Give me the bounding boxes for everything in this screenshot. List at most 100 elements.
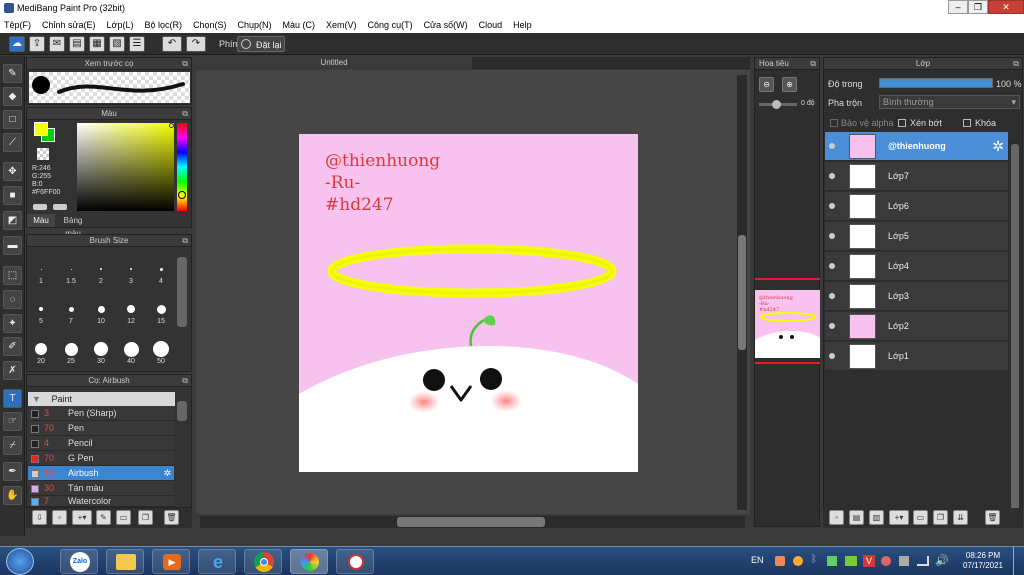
internet-explorer-icon[interactable]: e: [198, 549, 236, 574]
tab-color[interactable]: Màu: [27, 214, 55, 227]
duplicate-layer-icon[interactable]: ❐: [933, 510, 948, 525]
brush-size-dot[interactable]: [100, 268, 102, 270]
layer-row[interactable]: @thienhuong ✲: [825, 132, 1008, 161]
text-tool-icon[interactable]: T: [3, 389, 22, 408]
menu-help[interactable]: Help: [513, 20, 532, 30]
gear-icon[interactable]: ✲: [992, 138, 1004, 155]
menu-color[interactable]: Màu (C): [283, 20, 316, 30]
grid-icon[interactable]: ▧: [109, 36, 125, 52]
menu-tools[interactable]: Công cụ(T): [368, 20, 413, 30]
dot-tool-icon[interactable]: □: [3, 110, 22, 129]
cloud-download-icon[interactable]: ⇩: [32, 510, 47, 525]
minimize-button[interactable]: –: [948, 0, 968, 14]
eye-icon[interactable]: [829, 173, 835, 179]
medibang-icon[interactable]: [290, 549, 328, 574]
new-8bit-layer-icon[interactable]: ▥: [869, 510, 884, 525]
eye-icon[interactable]: [829, 263, 835, 269]
popout-icon[interactable]: ⧉: [182, 58, 188, 70]
zoom-out-icon[interactable]: ⊖: [759, 77, 774, 92]
document-icon[interactable]: ▦: [89, 36, 105, 52]
color-swap-icon[interactable]: [53, 204, 67, 210]
layer-row[interactable]: Lớp7: [825, 162, 1008, 191]
primary-color-swatch[interactable]: [34, 122, 48, 136]
eye-icon[interactable]: [829, 233, 835, 239]
rect-fill-icon[interactable]: ■: [3, 186, 22, 205]
new-brush-icon[interactable]: ▫: [52, 510, 67, 525]
document-tab[interactable]: Untitled: [196, 57, 472, 69]
chrome-icon[interactable]: [244, 549, 282, 574]
volume-icon[interactable]: 🔊: [935, 554, 949, 567]
select-eraser-icon[interactable]: ✗: [3, 361, 22, 380]
select-pen-icon[interactable]: ✐: [3, 337, 22, 356]
menu-file[interactable]: Tệp(F): [4, 20, 31, 30]
comment-icon[interactable]: ✉: [49, 36, 65, 52]
menu-filter[interactable]: Bộ lọc(R): [144, 20, 182, 30]
tray-tool-icon[interactable]: [793, 556, 803, 566]
cloud-icon[interactable]: ☁: [9, 36, 25, 52]
eraser-tool-icon[interactable]: ◆: [3, 87, 22, 106]
edit-brush-icon[interactable]: ✎: [96, 510, 111, 525]
brush-size-dot[interactable]: [39, 307, 43, 311]
eye-icon[interactable]: [829, 143, 835, 149]
brush-group-header[interactable]: ▼ Paint: [28, 392, 175, 406]
eye-icon[interactable]: [829, 203, 835, 209]
rotation-slider[interactable]: [759, 100, 797, 109]
merge-layer-icon[interactable]: ⇊: [953, 510, 968, 525]
folder-icon[interactable]: ▭: [116, 510, 131, 525]
layer-row[interactable]: Lớp3: [825, 282, 1008, 311]
menu-snap[interactable]: Chụp(N): [238, 20, 272, 30]
bluetooth-icon[interactable]: ᛒ: [811, 554, 817, 565]
layer-row[interactable]: Lớp2: [825, 312, 1008, 341]
delete-layer-icon[interactable]: 🗑: [985, 510, 1000, 525]
popout-icon[interactable]: ⧉: [182, 375, 188, 387]
brush-size-dot[interactable]: [123, 341, 139, 357]
operation-tool-icon[interactable]: ☞: [3, 412, 22, 431]
cloud-save-icon[interactable]: ▤: [69, 36, 85, 52]
brush-size-dot[interactable]: [68, 306, 74, 312]
new-halftone-layer-icon[interactable]: ▤: [849, 510, 864, 525]
tray-check-icon[interactable]: [827, 556, 837, 566]
magic-wand-icon[interactable]: ✦: [3, 314, 22, 333]
menu-window[interactable]: Cửa số(W): [424, 20, 468, 30]
gradient-tool-icon[interactable]: ▬: [3, 236, 22, 255]
artwork-canvas[interactable]: @thienhuong -Ru- #hd247: [299, 134, 638, 472]
duplicate-icon[interactable]: ❐: [138, 510, 153, 525]
eye-icon[interactable]: [829, 293, 835, 299]
brush-size-dot[interactable]: [94, 342, 108, 356]
bucket-tool-icon[interactable]: ◩: [3, 211, 22, 230]
layer-row[interactable]: Lớp5: [825, 222, 1008, 251]
hue-handle[interactable]: [178, 191, 186, 199]
menu-select[interactable]: Chọn(S): [193, 20, 227, 30]
reset-button[interactable]: Đặt lại: [237, 36, 285, 52]
hue-slider[interactable]: [177, 123, 187, 211]
popout-icon[interactable]: ⧉: [182, 108, 188, 120]
brush-size-dot[interactable]: [64, 342, 78, 356]
brush-size-dot[interactable]: [130, 268, 132, 270]
lasso-icon[interactable]: ◌: [3, 290, 22, 309]
tab-palette[interactable]: Bảng màu: [55, 214, 91, 238]
new-layer-icon[interactable]: ▫: [829, 510, 844, 525]
brush-item[interactable]: 3 Pen (Sharp): [28, 406, 174, 421]
menu-edit[interactable]: Chỉnh sửa(E): [42, 20, 96, 30]
brush-tool-icon[interactable]: ✎: [3, 64, 22, 83]
saturation-value-picker[interactable]: [77, 123, 174, 211]
trash-icon[interactable]: 🗑: [164, 510, 179, 525]
brush-size-dot[interactable]: [159, 267, 163, 271]
clipping-checkbox[interactable]: [898, 119, 906, 127]
menu-cloud[interactable]: Cloud: [479, 20, 503, 30]
paint-icon[interactable]: [336, 549, 374, 574]
add-brush-icon[interactable]: +▾: [72, 510, 92, 525]
start-button[interactable]: [6, 548, 34, 575]
list-icon[interactable]: ☰: [129, 36, 145, 52]
flag-icon[interactable]: [899, 556, 909, 566]
eyedropper-icon[interactable]: ⌿: [3, 436, 22, 455]
brush-size-dot[interactable]: [127, 305, 135, 313]
gear-icon[interactable]: ✲: [163, 466, 171, 481]
pen-nib-icon[interactable]: ✒: [3, 462, 22, 481]
layer-scroll-thumb[interactable]: [1011, 144, 1019, 512]
canvas-vscroll-track[interactable]: [737, 75, 747, 510]
nvidia-icon[interactable]: [845, 556, 857, 566]
layer-row[interactable]: Lớp6: [825, 192, 1008, 221]
popout-icon[interactable]: ⧉: [1013, 58, 1019, 70]
select-rect-icon[interactable]: ⬚: [3, 266, 22, 285]
